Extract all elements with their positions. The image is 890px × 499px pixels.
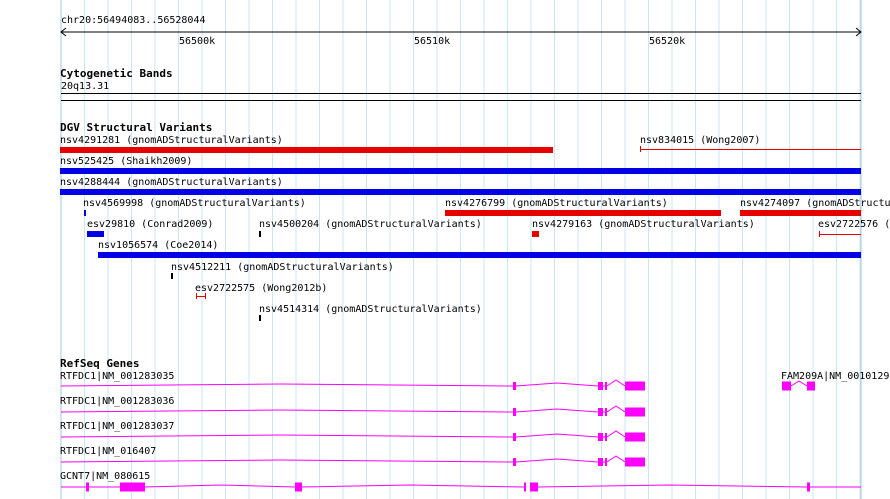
- exon[interactable]: [605, 458, 607, 466]
- exon[interactable]: [120, 482, 145, 492]
- intron: [537, 484, 808, 488]
- intron: [515, 408, 599, 413]
- intron: [144, 484, 296, 488]
- intron: [60, 383, 514, 387]
- intron: [301, 484, 525, 488]
- exon[interactable]: [625, 432, 645, 442]
- intron: [790, 380, 808, 387]
- intron: [606, 379, 626, 387]
- intron: [515, 433, 599, 438]
- intron: [60, 409, 514, 413]
- exon[interactable]: [625, 407, 645, 417]
- exon[interactable]: [782, 381, 791, 391]
- exon[interactable]: [513, 458, 516, 466]
- gene-models[interactable]: [0, 0, 890, 499]
- exon[interactable]: [598, 458, 603, 466]
- intron: [515, 382, 599, 387]
- exon[interactable]: [605, 382, 607, 390]
- exon[interactable]: [605, 433, 607, 441]
- exon[interactable]: [295, 482, 302, 492]
- exon[interactable]: [605, 408, 607, 416]
- intron: [606, 405, 626, 413]
- intron: [515, 458, 599, 463]
- exon[interactable]: [598, 433, 603, 441]
- exon[interactable]: [86, 482, 89, 492]
- exon[interactable]: [524, 482, 526, 492]
- exon[interactable]: [598, 408, 603, 416]
- intron: [606, 430, 626, 438]
- intron: [606, 455, 626, 463]
- exon[interactable]: [513, 433, 516, 441]
- exon[interactable]: [513, 382, 516, 390]
- exon[interactable]: [807, 381, 815, 391]
- exon[interactable]: [807, 482, 810, 492]
- intron: [60, 459, 514, 463]
- intron: [60, 434, 514, 438]
- exon[interactable]: [513, 408, 516, 416]
- exon[interactable]: [598, 382, 603, 390]
- exon[interactable]: [530, 482, 538, 492]
- exon[interactable]: [625, 457, 645, 467]
- exon[interactable]: [625, 381, 645, 391]
